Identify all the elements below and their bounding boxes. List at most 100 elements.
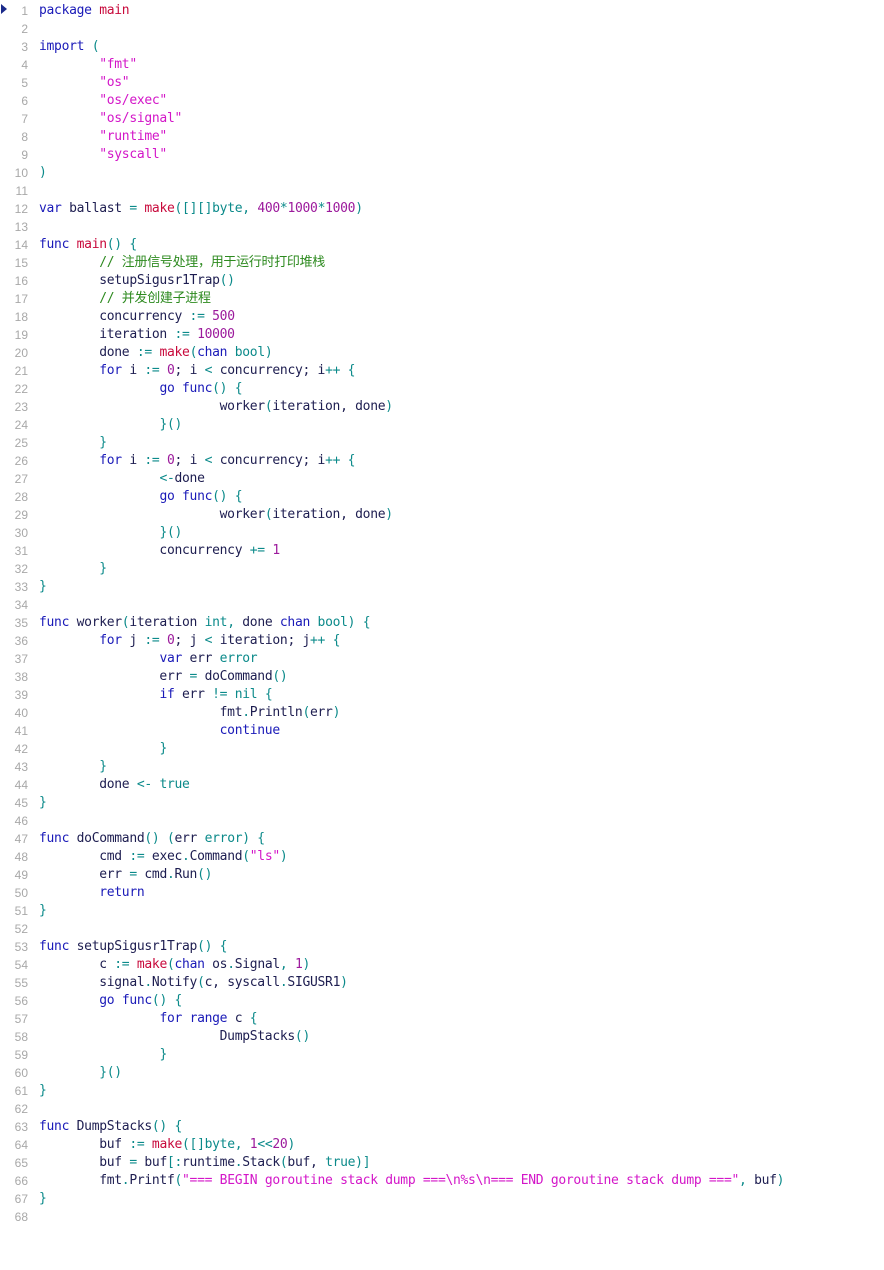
code-line[interactable]: 16 setupSigusr1Trap() — [0, 272, 884, 290]
code-line[interactable]: 11 — [0, 182, 884, 200]
code-line[interactable]: 4 "fmt" — [0, 56, 884, 74]
code-line[interactable]: 61} — [0, 1082, 884, 1100]
code-line[interactable]: 46 — [0, 812, 884, 830]
code-text[interactable]: iteration := 10000 — [28, 326, 235, 344]
code-line[interactable]: 29 worker(iteration, done) — [0, 506, 884, 524]
code-line[interactable]: 34 — [0, 596, 884, 614]
code-line[interactable]: 35 func worker(iteration int, done chan b… — [0, 614, 884, 632]
code-text[interactable]: func worker(iteration int, done chan boo… — [28, 614, 371, 632]
code-line[interactable]: 62 — [0, 1100, 884, 1118]
code-text[interactable]: concurrency := 500 — [28, 308, 235, 326]
code-line[interactable]: 64 buf := make([]byte, 1<<20) — [0, 1136, 884, 1154]
code-text[interactable]: } — [28, 740, 167, 758]
code-text[interactable]: err = doCommand() — [28, 668, 287, 686]
code-line[interactable]: 50 return — [0, 884, 884, 902]
code-line[interactable]: 68 — [0, 1208, 884, 1226]
code-line[interactable]: 27 <-done — [0, 470, 884, 488]
code-text[interactable]: worker(iteration, done) — [28, 506, 393, 524]
code-text[interactable]: done <- true — [28, 776, 190, 794]
code-text[interactable]: // 并发创建子进程 — [28, 290, 211, 308]
code-text[interactable]: err = cmd.Run() — [28, 866, 212, 884]
code-line[interactable]: 44 done <- true — [0, 776, 884, 794]
code-line[interactable]: 45} — [0, 794, 884, 812]
code-line[interactable]: 28 go func() { — [0, 488, 884, 506]
code-line[interactable]: 54 c := make(chan os.Signal, 1) — [0, 956, 884, 974]
code-text[interactable]: setupSigusr1Trap() — [28, 272, 235, 290]
code-line[interactable]: 12 var ballast = make([][]byte, 400*1000*… — [0, 200, 884, 218]
code-text[interactable]: var err error — [28, 650, 257, 668]
code-line[interactable]: 42 } — [0, 740, 884, 758]
code-line[interactable]: 32 } — [0, 560, 884, 578]
code-text[interactable]: package main — [28, 2, 130, 20]
code-text[interactable]: concurrency += 1 — [28, 542, 280, 560]
code-line[interactable]: 19 iteration := 10000 — [0, 326, 884, 344]
code-line[interactable]: 38 err = doCommand() — [0, 668, 884, 686]
code-lines[interactable]: 1 package main 2 3 import (4 "fmt" 5 "os" 6 "o… — [0, 0, 884, 1226]
code-text[interactable]: }() — [28, 524, 182, 542]
code-text[interactable]: import ( — [28, 38, 100, 56]
code-text[interactable]: signal.Notify(c, syscall.SIGUSR1) — [28, 974, 348, 992]
code-text[interactable]: } — [28, 1190, 47, 1208]
code-text[interactable]: fmt.Printf("=== BEGIN goroutine stack du… — [28, 1172, 784, 1190]
code-text[interactable]: } — [28, 1082, 47, 1100]
code-line[interactable]: 60 }() — [0, 1064, 884, 1082]
code-text[interactable]: } — [28, 560, 107, 578]
code-text[interactable]: buf := make([]byte, 1<<20) — [28, 1136, 295, 1154]
code-line[interactable]: 48 cmd := exec.Command("ls") — [0, 848, 884, 866]
code-text[interactable]: }() — [28, 1064, 122, 1082]
code-line[interactable]: 33} — [0, 578, 884, 596]
code-text[interactable]: "os/exec" — [28, 92, 167, 110]
code-text[interactable]: } — [28, 1046, 167, 1064]
code-editor[interactable]: 1 package main 2 3 import (4 "fmt" 5 "os" 6 "o… — [0, 0, 884, 1270]
code-line[interactable]: 43 } — [0, 758, 884, 776]
code-text[interactable]: // 注册信号处理，用于运行时打印堆栈 — [28, 254, 325, 272]
code-text[interactable]: } — [28, 902, 47, 920]
code-line[interactable]: 26 for i := 0; i < concurrency; i++ { — [0, 452, 884, 470]
code-line[interactable]: 31 concurrency += 1 — [0, 542, 884, 560]
code-text[interactable]: go func() { — [28, 992, 182, 1010]
code-line[interactable]: 66 fmt.Printf("=== BEGIN goroutine stack… — [0, 1172, 884, 1190]
code-line[interactable]: 39 if err != nil { — [0, 686, 884, 704]
code-line[interactable]: 49 err = cmd.Run() — [0, 866, 884, 884]
code-text[interactable]: for j := 0; j < iteration; j++ { — [28, 632, 340, 650]
code-text[interactable]: DumpStacks() — [28, 1028, 311, 1046]
code-text[interactable]: "syscall" — [28, 146, 167, 164]
code-line[interactable]: 3 import ( — [0, 38, 884, 56]
code-line[interactable]: 5 "os" — [0, 74, 884, 92]
code-text[interactable]: "os" — [28, 74, 129, 92]
code-line[interactable]: 6 "os/exec" — [0, 92, 884, 110]
code-text[interactable]: } — [28, 578, 47, 596]
code-line[interactable]: 7 "os/signal" — [0, 110, 884, 128]
code-line[interactable]: 65 buf = buf[:runtime.Stack(buf, true)] — [0, 1154, 884, 1172]
code-line[interactable]: 25 } — [0, 434, 884, 452]
code-line[interactable]: 13 — [0, 218, 884, 236]
code-text[interactable]: fmt.Println(err) — [28, 704, 341, 722]
code-line[interactable]: 9 "syscall" — [0, 146, 884, 164]
code-text[interactable]: for i := 0; i < concurrency; i++ { — [28, 452, 355, 470]
code-line[interactable]: 41 continue — [0, 722, 884, 740]
code-text[interactable]: ) — [28, 164, 47, 182]
code-line[interactable]: 30 }() — [0, 524, 884, 542]
code-line[interactable]: 67} — [0, 1190, 884, 1208]
code-line[interactable]: 53 func setupSigusr1Trap() { — [0, 938, 884, 956]
code-line[interactable]: 8 "runtime" — [0, 128, 884, 146]
code-line[interactable]: 40 fmt.Println(err) — [0, 704, 884, 722]
code-text[interactable]: done := make(chan bool) — [28, 344, 272, 362]
code-text[interactable]: "os/signal" — [28, 110, 182, 128]
code-line[interactable]: 51} — [0, 902, 884, 920]
code-text[interactable]: c := make(chan os.Signal, 1) — [28, 956, 310, 974]
code-text[interactable]: return — [28, 884, 144, 902]
code-text[interactable]: <-done — [28, 470, 204, 488]
code-text[interactable]: "fmt" — [28, 56, 137, 74]
code-text[interactable]: for range c { — [28, 1010, 257, 1028]
code-line[interactable]: 18 concurrency := 500 — [0, 308, 884, 326]
code-text[interactable]: worker(iteration, done) — [28, 398, 393, 416]
code-text[interactable]: "runtime" — [28, 128, 167, 146]
code-text[interactable]: go func() { — [28, 380, 242, 398]
code-text[interactable]: func setupSigusr1Trap() { — [28, 938, 227, 956]
code-line[interactable]: 55 signal.Notify(c, syscall.SIGUSR1) — [0, 974, 884, 992]
code-line[interactable]: 21 for i := 0; i < concurrency; i++ { — [0, 362, 884, 380]
code-line[interactable]: 20 done := make(chan bool) — [0, 344, 884, 362]
code-text[interactable]: func main() { — [28, 236, 137, 254]
code-line[interactable]: 58 DumpStacks() — [0, 1028, 884, 1046]
